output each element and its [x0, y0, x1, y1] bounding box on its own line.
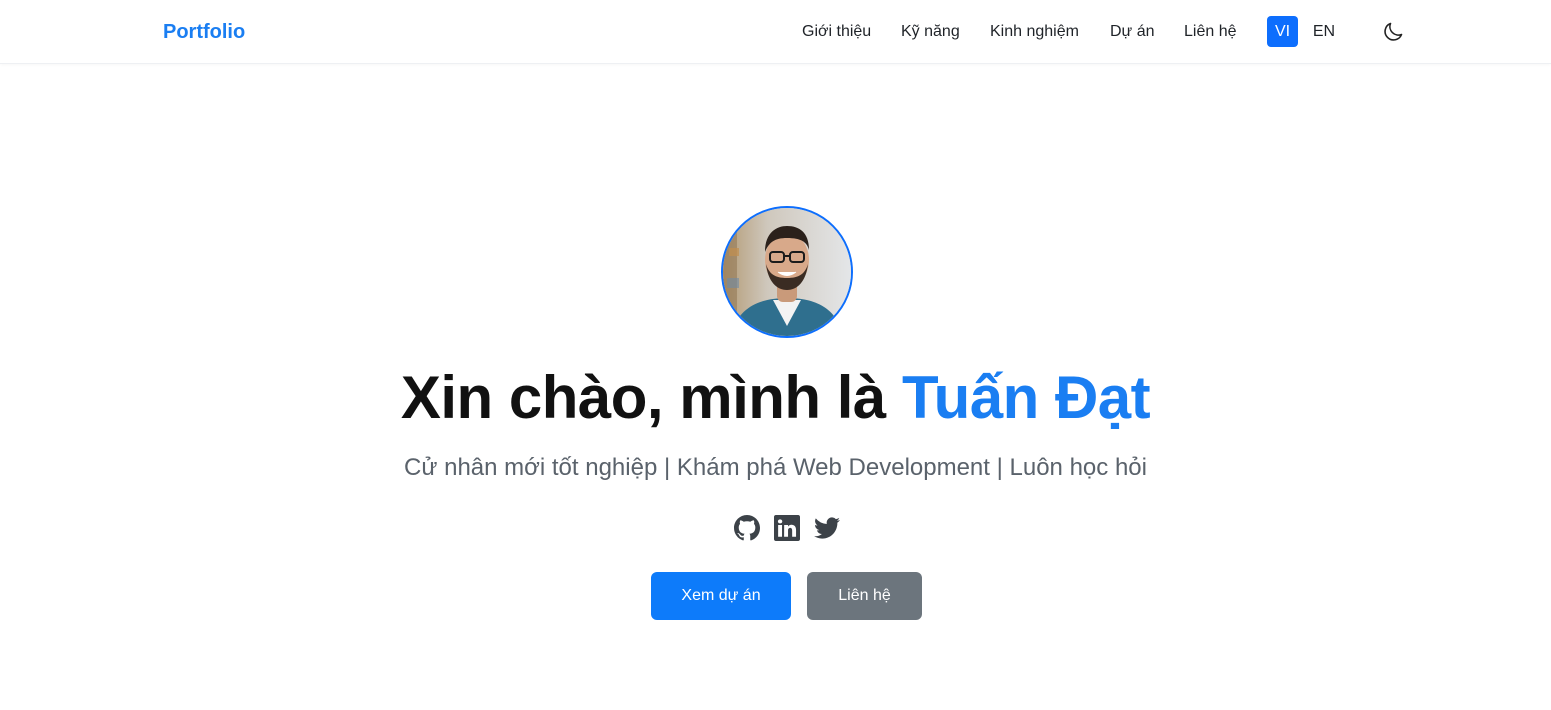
nav-link-lien-he[interactable]: Liên hệ — [1184, 20, 1237, 44]
moon-icon — [1384, 22, 1403, 41]
theme-toggle-button[interactable] — [1381, 20, 1405, 44]
brand-logo[interactable]: Portfolio — [163, 19, 245, 45]
twitter-icon — [814, 517, 840, 539]
profile-avatar — [721, 206, 853, 338]
nav-link-kinh-nghiem[interactable]: Kinh nghiệm — [990, 20, 1079, 44]
linkedin-icon — [774, 515, 800, 541]
contact-button[interactable]: Liên hệ — [807, 572, 922, 620]
hero-title-prefix: Xin chào, mình là — [400, 364, 902, 431]
nav-link-ky-nang[interactable]: Kỹ năng — [901, 20, 960, 44]
github-link[interactable] — [734, 515, 760, 541]
nav-link-gioi-thieu[interactable]: Giới thiệu — [802, 20, 871, 44]
language-en-button[interactable]: EN — [1305, 16, 1343, 47]
nav-link-du-an[interactable]: Dự án — [1110, 20, 1155, 44]
linkedin-link[interactable] — [774, 515, 800, 541]
hero-title: Xin chào, mình là Tuấn Đạt — [0, 362, 1551, 434]
navbar: Portfolio Giới thiệu Kỹ năng Kinh nghiệm… — [0, 0, 1551, 64]
language-vi-button[interactable]: VI — [1267, 16, 1298, 47]
github-icon — [734, 515, 760, 541]
twitter-link[interactable] — [814, 515, 840, 541]
view-projects-button[interactable]: Xem dự án — [651, 572, 791, 620]
hero-subtitle: Cử nhân mới tốt nghiệp | Khám phá Web De… — [404, 454, 1147, 481]
hero-name: Tuấn Đạt — [901, 364, 1151, 431]
